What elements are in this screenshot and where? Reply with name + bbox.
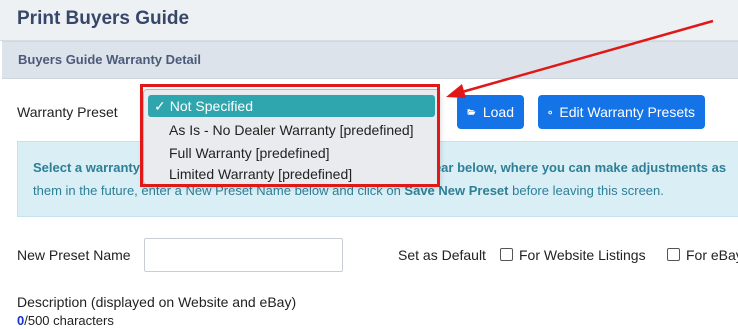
annotation-arrow [446,19,714,98]
